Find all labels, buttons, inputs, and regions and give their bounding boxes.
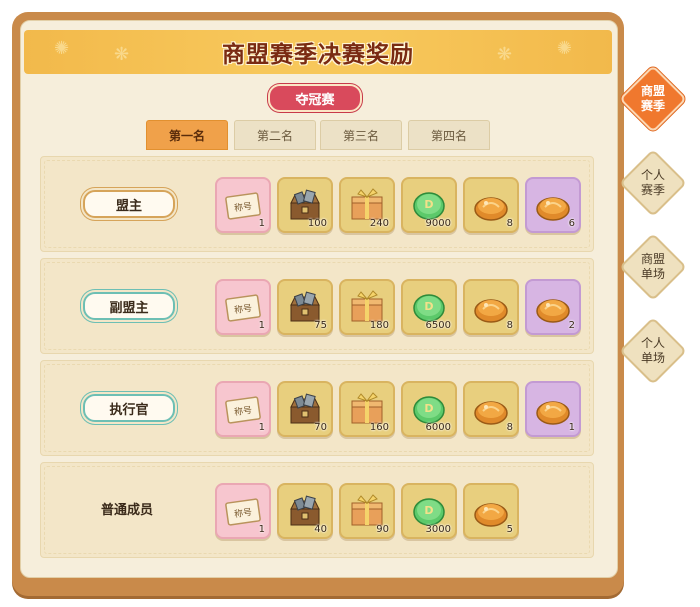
item-quantity: 1 <box>258 218 265 229</box>
item-quantity: 90 <box>376 524 389 535</box>
item-quantity: 70 <box>314 422 327 433</box>
item-quantity: 6500 <box>425 320 451 331</box>
reward-item[interactable]: 8 <box>463 177 519 233</box>
reward-item[interactable]: 75 <box>277 279 333 335</box>
reward-item[interactable]: 240 <box>339 177 395 233</box>
side-tab-label: 商盟赛季 <box>640 84 665 113</box>
firework-icon: ✺ <box>556 38 572 59</box>
reward-item[interactable]: 称号 1 <box>215 483 271 539</box>
reward-item[interactable]: 40 <box>277 483 333 539</box>
reward-item[interactable]: 称号 1 <box>215 279 271 335</box>
item-quantity: 9000 <box>425 218 451 229</box>
role-label: 副盟主 <box>83 292 175 320</box>
item-quantity: 6000 <box>425 422 451 433</box>
role-label: 盟主 <box>83 190 175 218</box>
title-banner: ✺ ❋ ✺ ❋ 商盟赛季决赛奖励 <box>24 30 612 74</box>
championship-tag: 夺冠赛 <box>268 84 362 112</box>
item-quantity: 1 <box>258 320 265 331</box>
reward-row: 盟主 称号 1 100 240 D 9000 8 6 <box>40 156 594 252</box>
reward-item[interactable]: 180 <box>339 279 395 335</box>
item-quantity: 75 <box>314 320 327 331</box>
side-tab-alliance-match[interactable]: 商盟单场 <box>619 233 687 301</box>
tab-fourth-place[interactable]: 第四名 <box>408 120 490 150</box>
tab-first-place[interactable]: 第一名 <box>146 120 228 150</box>
item-quantity: 6 <box>568 218 575 229</box>
item-quantity: 180 <box>369 320 389 331</box>
tab-second-place[interactable]: 第二名 <box>234 120 316 150</box>
svg-text:D: D <box>424 300 433 313</box>
reward-item[interactable]: D 6000 <box>401 381 457 437</box>
reward-item[interactable]: D 6500 <box>401 279 457 335</box>
amber-gem-icon <box>471 185 511 225</box>
svg-text:D: D <box>424 402 433 415</box>
reward-item[interactable]: 5 <box>463 483 519 539</box>
item-quantity: 8 <box>506 218 513 229</box>
reward-item[interactable]: 8 <box>463 279 519 335</box>
side-tab-personal-season[interactable]: 个人赛季 <box>619 149 687 217</box>
reward-item[interactable]: 称号 1 <box>215 177 271 233</box>
reward-item[interactable]: 6 <box>525 177 581 233</box>
item-quantity: 1 <box>258 524 265 535</box>
tab-third-place[interactable]: 第三名 <box>320 120 402 150</box>
reward-row: 副盟主 称号 1 75 180 D 6500 8 2 <box>40 258 594 354</box>
side-tab-personal-match[interactable]: 个人单场 <box>619 317 687 385</box>
firework-icon: ❋ <box>114 44 130 65</box>
reward-item[interactable]: 160 <box>339 381 395 437</box>
side-tab-label: 个人赛季 <box>640 168 665 197</box>
title-card-icon: 称号 <box>223 491 263 531</box>
amber-gem-icon <box>471 389 511 429</box>
reward-item[interactable]: 100 <box>277 177 333 233</box>
firework-icon: ✺ <box>54 38 70 59</box>
item-quantity: 240 <box>369 218 389 229</box>
amber-gem-icon <box>533 389 573 429</box>
reward-item[interactable]: D 9000 <box>401 177 457 233</box>
reward-item[interactable]: 8 <box>463 381 519 437</box>
svg-text:D: D <box>424 504 433 517</box>
firework-icon: ❋ <box>496 44 512 65</box>
side-tab-label: 商盟单场 <box>640 252 665 281</box>
item-quantity: 160 <box>369 422 389 433</box>
amber-gem-icon <box>533 185 573 225</box>
role-label: 执行官 <box>83 394 175 422</box>
reward-row: 执行官 称号 1 70 160 D 6000 8 1 <box>40 360 594 456</box>
title-card-icon: 称号 <box>223 287 263 327</box>
amber-gem-icon <box>471 287 511 327</box>
reward-item[interactable]: 2 <box>525 279 581 335</box>
title-card-icon: 称号 <box>223 389 263 429</box>
role-label: 普通成员 <box>100 502 153 518</box>
reward-row: 普通成员 称号 1 40 90 D 3000 5 <box>40 462 594 558</box>
item-quantity: 100 <box>307 218 327 229</box>
reward-item[interactable]: 1 <box>525 381 581 437</box>
item-quantity: 1 <box>568 422 575 433</box>
item-quantity: 5 <box>506 524 513 535</box>
page-title: 商盟赛季决赛奖励 <box>222 41 414 68</box>
svg-text:D: D <box>424 198 433 211</box>
side-tab-alliance-season[interactable]: 商盟赛季 <box>619 65 687 133</box>
item-quantity: 8 <box>506 320 513 331</box>
reward-item[interactable]: 70 <box>277 381 333 437</box>
reward-item[interactable]: 称号 1 <box>215 381 271 437</box>
item-quantity: 3000 <box>425 524 451 535</box>
amber-gem-icon <box>471 491 511 531</box>
item-quantity: 2 <box>568 320 575 331</box>
amber-gem-icon <box>533 287 573 327</box>
title-card-icon: 称号 <box>223 185 263 225</box>
reward-item[interactable]: 90 <box>339 483 395 539</box>
side-tab-label: 个人单场 <box>640 336 665 365</box>
reward-item[interactable]: D 3000 <box>401 483 457 539</box>
item-quantity: 8 <box>506 422 513 433</box>
item-quantity: 1 <box>258 422 265 433</box>
item-quantity: 40 <box>314 524 327 535</box>
